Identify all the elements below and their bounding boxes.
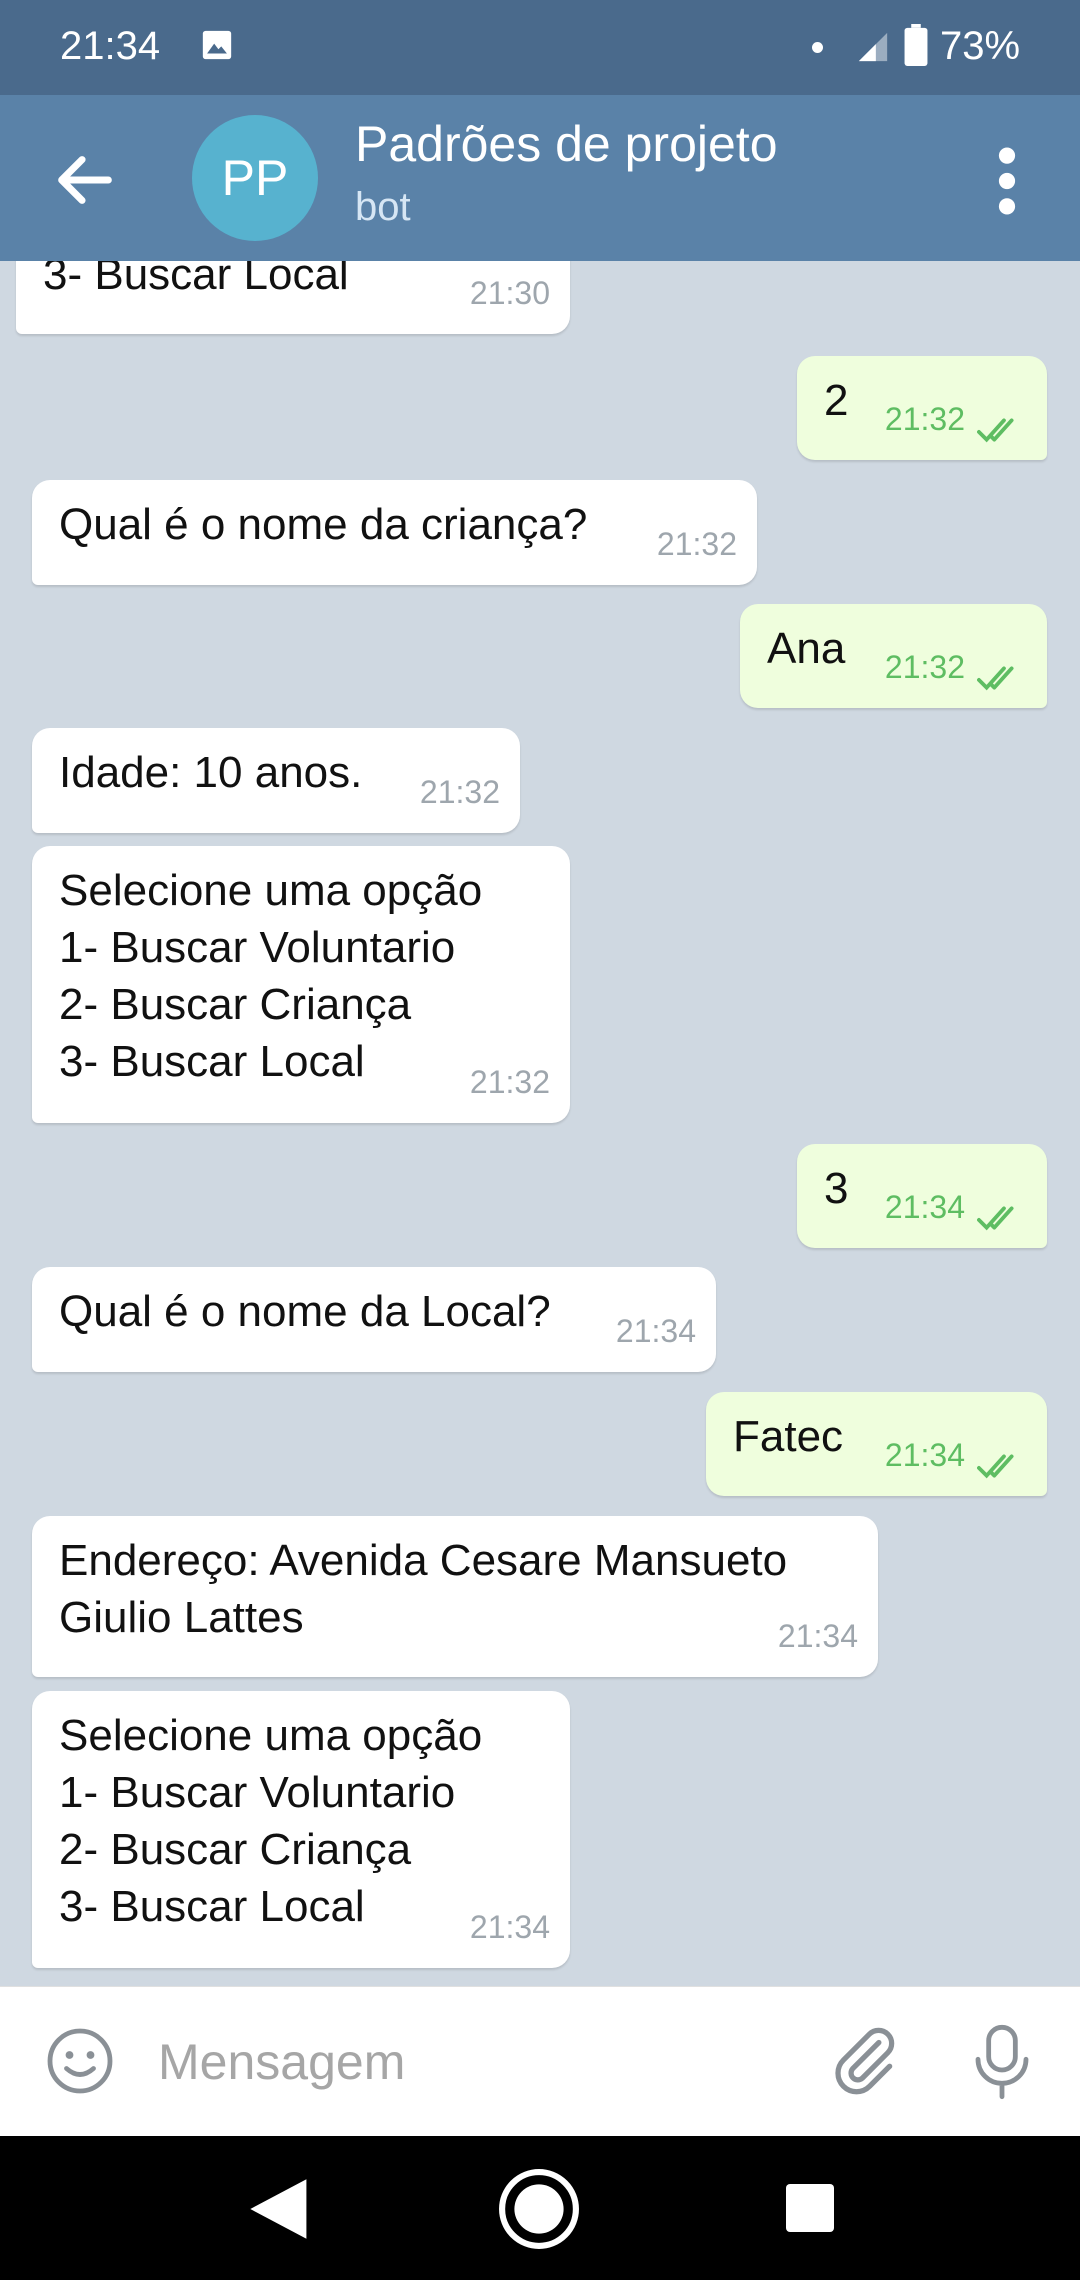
outgoing-message[interactable]: 2 21:32 — [797, 356, 1047, 460]
nav-back-icon[interactable] — [240, 2176, 320, 2242]
system-navigation-bar — [0, 2136, 1080, 2280]
nav-recents-icon[interactable] — [786, 2184, 834, 2232]
avatar[interactable]: PP — [192, 115, 318, 241]
incoming-message[interactable]: Idade: 10 anos. 21:32 — [32, 728, 520, 833]
incoming-message[interactable]: Qual é o nome da criança? 21:32 — [32, 480, 757, 585]
message-time: 21:32 — [469, 1064, 550, 1100]
notification-dot-icon — [812, 42, 823, 53]
message-time: 21:34 — [615, 1313, 696, 1349]
back-arrow-icon[interactable] — [50, 145, 120, 215]
message-time: 21:32 — [419, 774, 500, 810]
chat-header: PP Padrões de projeto bot — [0, 95, 1080, 261]
outgoing-message[interactable]: Ana 21:32 — [740, 604, 1047, 708]
battery-icon — [904, 24, 928, 66]
chat-subtitle: bot — [355, 185, 411, 229]
message-text: Qual é o nome da Local? — [59, 1287, 551, 1336]
incoming-message[interactable]: Endereço: Avenida Cesare Mansueto Giulio… — [32, 1516, 878, 1677]
nav-home-icon[interactable] — [498, 2168, 580, 2250]
message-input[interactable] — [156, 2015, 780, 2109]
message-text: Endereço: Avenida Cesare Mansueto Giulio… — [59, 1536, 788, 1642]
outgoing-message[interactable]: 3 21:34 — [797, 1144, 1047, 1248]
microphone-icon[interactable] — [970, 2021, 1034, 2103]
chat-title[interactable]: Padrões de projeto — [355, 115, 778, 173]
message-composer — [0, 1986, 1080, 2137]
outgoing-message[interactable]: Fatec 21:34 — [706, 1392, 1047, 1496]
smile-icon[interactable] — [44, 2025, 116, 2097]
message-time: 21:34 — [777, 1618, 858, 1654]
incoming-message[interactable]: Selecione uma opção 1- Buscar Voluntario… — [32, 1691, 570, 1968]
signal-icon — [858, 32, 888, 62]
status-bar: 21:34 73% — [0, 0, 1080, 95]
message-time: 21:32 — [884, 401, 965, 437]
message-time: 21:34 — [469, 1909, 550, 1945]
paperclip-icon[interactable] — [828, 2021, 902, 2101]
double-check-icon — [977, 418, 1014, 443]
message-time: 21:32 — [884, 649, 965, 685]
double-check-icon — [977, 1454, 1014, 1479]
incoming-message[interactable]: 3- Buscar Local 21:30 — [16, 261, 570, 334]
incoming-message[interactable]: Qual é o nome da Local? 21:34 — [32, 1267, 716, 1372]
message-time: 21:30 — [469, 275, 550, 311]
message-text: 3- Buscar Local — [43, 261, 349, 299]
more-vert-icon[interactable] — [985, 143, 1029, 219]
message-time: 21:32 — [656, 526, 737, 562]
image-notification-icon — [202, 30, 232, 60]
message-text: Qual é o nome da criança? — [59, 500, 588, 549]
incoming-message[interactable]: Selecione uma opção 1- Buscar Voluntario… — [32, 846, 570, 1123]
message-time: 21:34 — [884, 1189, 965, 1225]
double-check-icon — [977, 1206, 1014, 1231]
battery-percentage: 73% — [940, 24, 1021, 68]
message-time: 21:34 — [884, 1437, 965, 1473]
double-check-icon — [977, 666, 1014, 691]
status-time: 21:34 — [60, 24, 161, 68]
